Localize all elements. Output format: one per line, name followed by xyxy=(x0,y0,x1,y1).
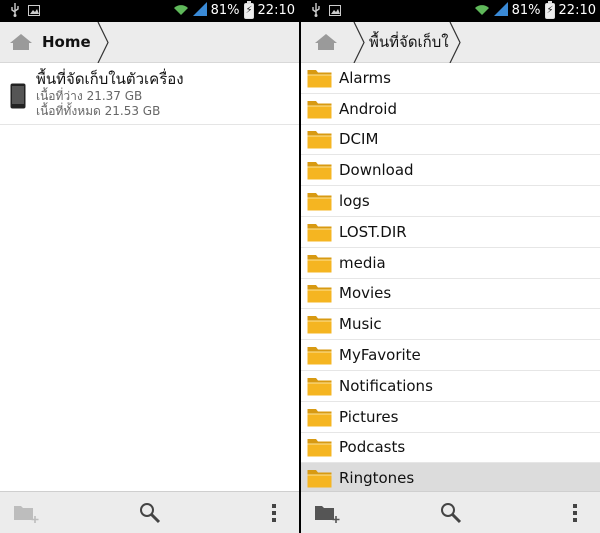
clock: 22:10 xyxy=(257,3,295,18)
folder-label: media xyxy=(339,253,386,272)
folder-row[interactable]: logs xyxy=(301,186,600,217)
right-panel: 81% ⚡ 22:10 พื้นที่จัดเก็บใ Alarms Androi… xyxy=(301,0,600,533)
folder-label: Pictures xyxy=(339,407,399,426)
folder-row[interactable]: Movies xyxy=(301,279,600,310)
left-panel: 81% ⚡ 22:10 Home พื้นที่จัดเก็บในตัวเครื… xyxy=(0,0,299,533)
folder-row[interactable]: Android xyxy=(301,94,600,125)
action-bar xyxy=(301,491,600,533)
clock: 22:10 xyxy=(558,3,596,18)
folder-icon xyxy=(307,314,332,334)
status-bar: 81% ⚡ 22:10 xyxy=(301,0,600,22)
battery-icon: ⚡ xyxy=(544,1,555,19)
status-bar: 81% ⚡ 22:10 xyxy=(0,0,299,22)
search-icon[interactable] xyxy=(438,498,464,528)
folder-row[interactable]: Music xyxy=(301,309,600,341)
folder-row[interactable]: DCIM xyxy=(301,125,600,156)
folder-icon xyxy=(307,253,332,273)
internal-storage-item[interactable]: พื้นที่จัดเก็บในตัวเครื่อง เนื้อที่ว่าง … xyxy=(0,63,299,125)
folder-row[interactable]: Download xyxy=(301,155,600,187)
chevron-right-icon xyxy=(449,21,461,63)
folder-row[interactable]: Podcasts xyxy=(301,433,600,464)
overflow-menu-icon[interactable] xyxy=(567,498,583,528)
folder-icon xyxy=(307,407,332,427)
folder-icon xyxy=(307,437,332,457)
image-notification-icon xyxy=(329,4,341,20)
new-folder-icon[interactable] xyxy=(12,498,40,528)
folder-row[interactable]: Alarms xyxy=(301,63,600,94)
signal-icon xyxy=(493,2,508,20)
folder-row[interactable]: Pictures xyxy=(301,402,600,433)
folder-icon xyxy=(307,376,332,396)
folder-label: Notifications xyxy=(339,376,433,395)
folder-label: Ringtones xyxy=(339,469,415,488)
usb-icon xyxy=(311,3,321,21)
folder-label: LOST.DIR xyxy=(339,222,407,241)
breadcrumb-home[interactable]: Home xyxy=(38,22,97,63)
home-icon[interactable] xyxy=(309,22,343,63)
folder-label: Download xyxy=(339,161,414,180)
folder-label: MyFavorite xyxy=(339,346,421,365)
folder-icon xyxy=(307,283,332,303)
folder-label: Music xyxy=(339,315,382,334)
folder-icon xyxy=(307,99,332,119)
home-icon[interactable] xyxy=(4,22,38,63)
folder-row[interactable]: media xyxy=(301,248,600,279)
battery-percent: 81% xyxy=(511,3,541,18)
search-icon[interactable] xyxy=(137,498,163,528)
usb-icon xyxy=(10,3,20,21)
folder-row[interactable]: Notifications xyxy=(301,371,600,402)
new-folder-icon[interactable] xyxy=(313,498,341,528)
wifi-icon xyxy=(173,3,189,20)
battery-icon: ⚡ xyxy=(243,1,254,19)
phone-storage-icon xyxy=(10,83,26,109)
breadcrumb-internal-storage[interactable]: พื้นที่จัดเก็บใ xyxy=(365,22,449,63)
storage-title: พื้นที่จัดเก็บในตัวเครื่อง xyxy=(36,70,184,88)
folder-list: Alarms Android DCIM Download logs LOST.DIR med… xyxy=(301,63,600,491)
folder-label: Movies xyxy=(339,284,392,303)
folder-row[interactable]: LOST.DIR xyxy=(301,217,600,248)
folder-icon xyxy=(307,160,332,180)
storage-free: เนื้อที่ว่าง 21.37 GB xyxy=(36,89,143,103)
folder-label: Podcasts xyxy=(339,438,406,457)
breadcrumb: พื้นที่จัดเก็บใ xyxy=(301,21,600,63)
chevron-right-icon xyxy=(353,21,365,63)
folder-label: Android xyxy=(339,99,397,118)
action-bar xyxy=(0,491,299,533)
folder-label: logs xyxy=(339,192,370,211)
folder-row[interactable]: Ringtones xyxy=(301,463,600,491)
chevron-right-icon xyxy=(97,21,109,63)
folder-label: Alarms xyxy=(339,68,391,87)
folder-icon xyxy=(307,68,332,88)
image-notification-icon xyxy=(28,4,40,20)
battery-percent: 81% xyxy=(210,3,240,18)
folder-icon xyxy=(307,129,332,149)
folder-icon xyxy=(307,468,332,488)
folder-row[interactable]: MyFavorite xyxy=(301,340,600,371)
signal-icon xyxy=(192,2,207,20)
breadcrumb: Home xyxy=(0,21,299,63)
folder-icon xyxy=(307,191,332,211)
wifi-icon xyxy=(474,3,490,20)
overflow-menu-icon[interactable] xyxy=(266,498,282,528)
folder-label: DCIM xyxy=(339,130,379,149)
storage-total: เนื้อที่ทั้งหมด 21.53 GB xyxy=(36,104,161,118)
folder-icon xyxy=(307,345,332,365)
folder-icon xyxy=(307,222,332,242)
